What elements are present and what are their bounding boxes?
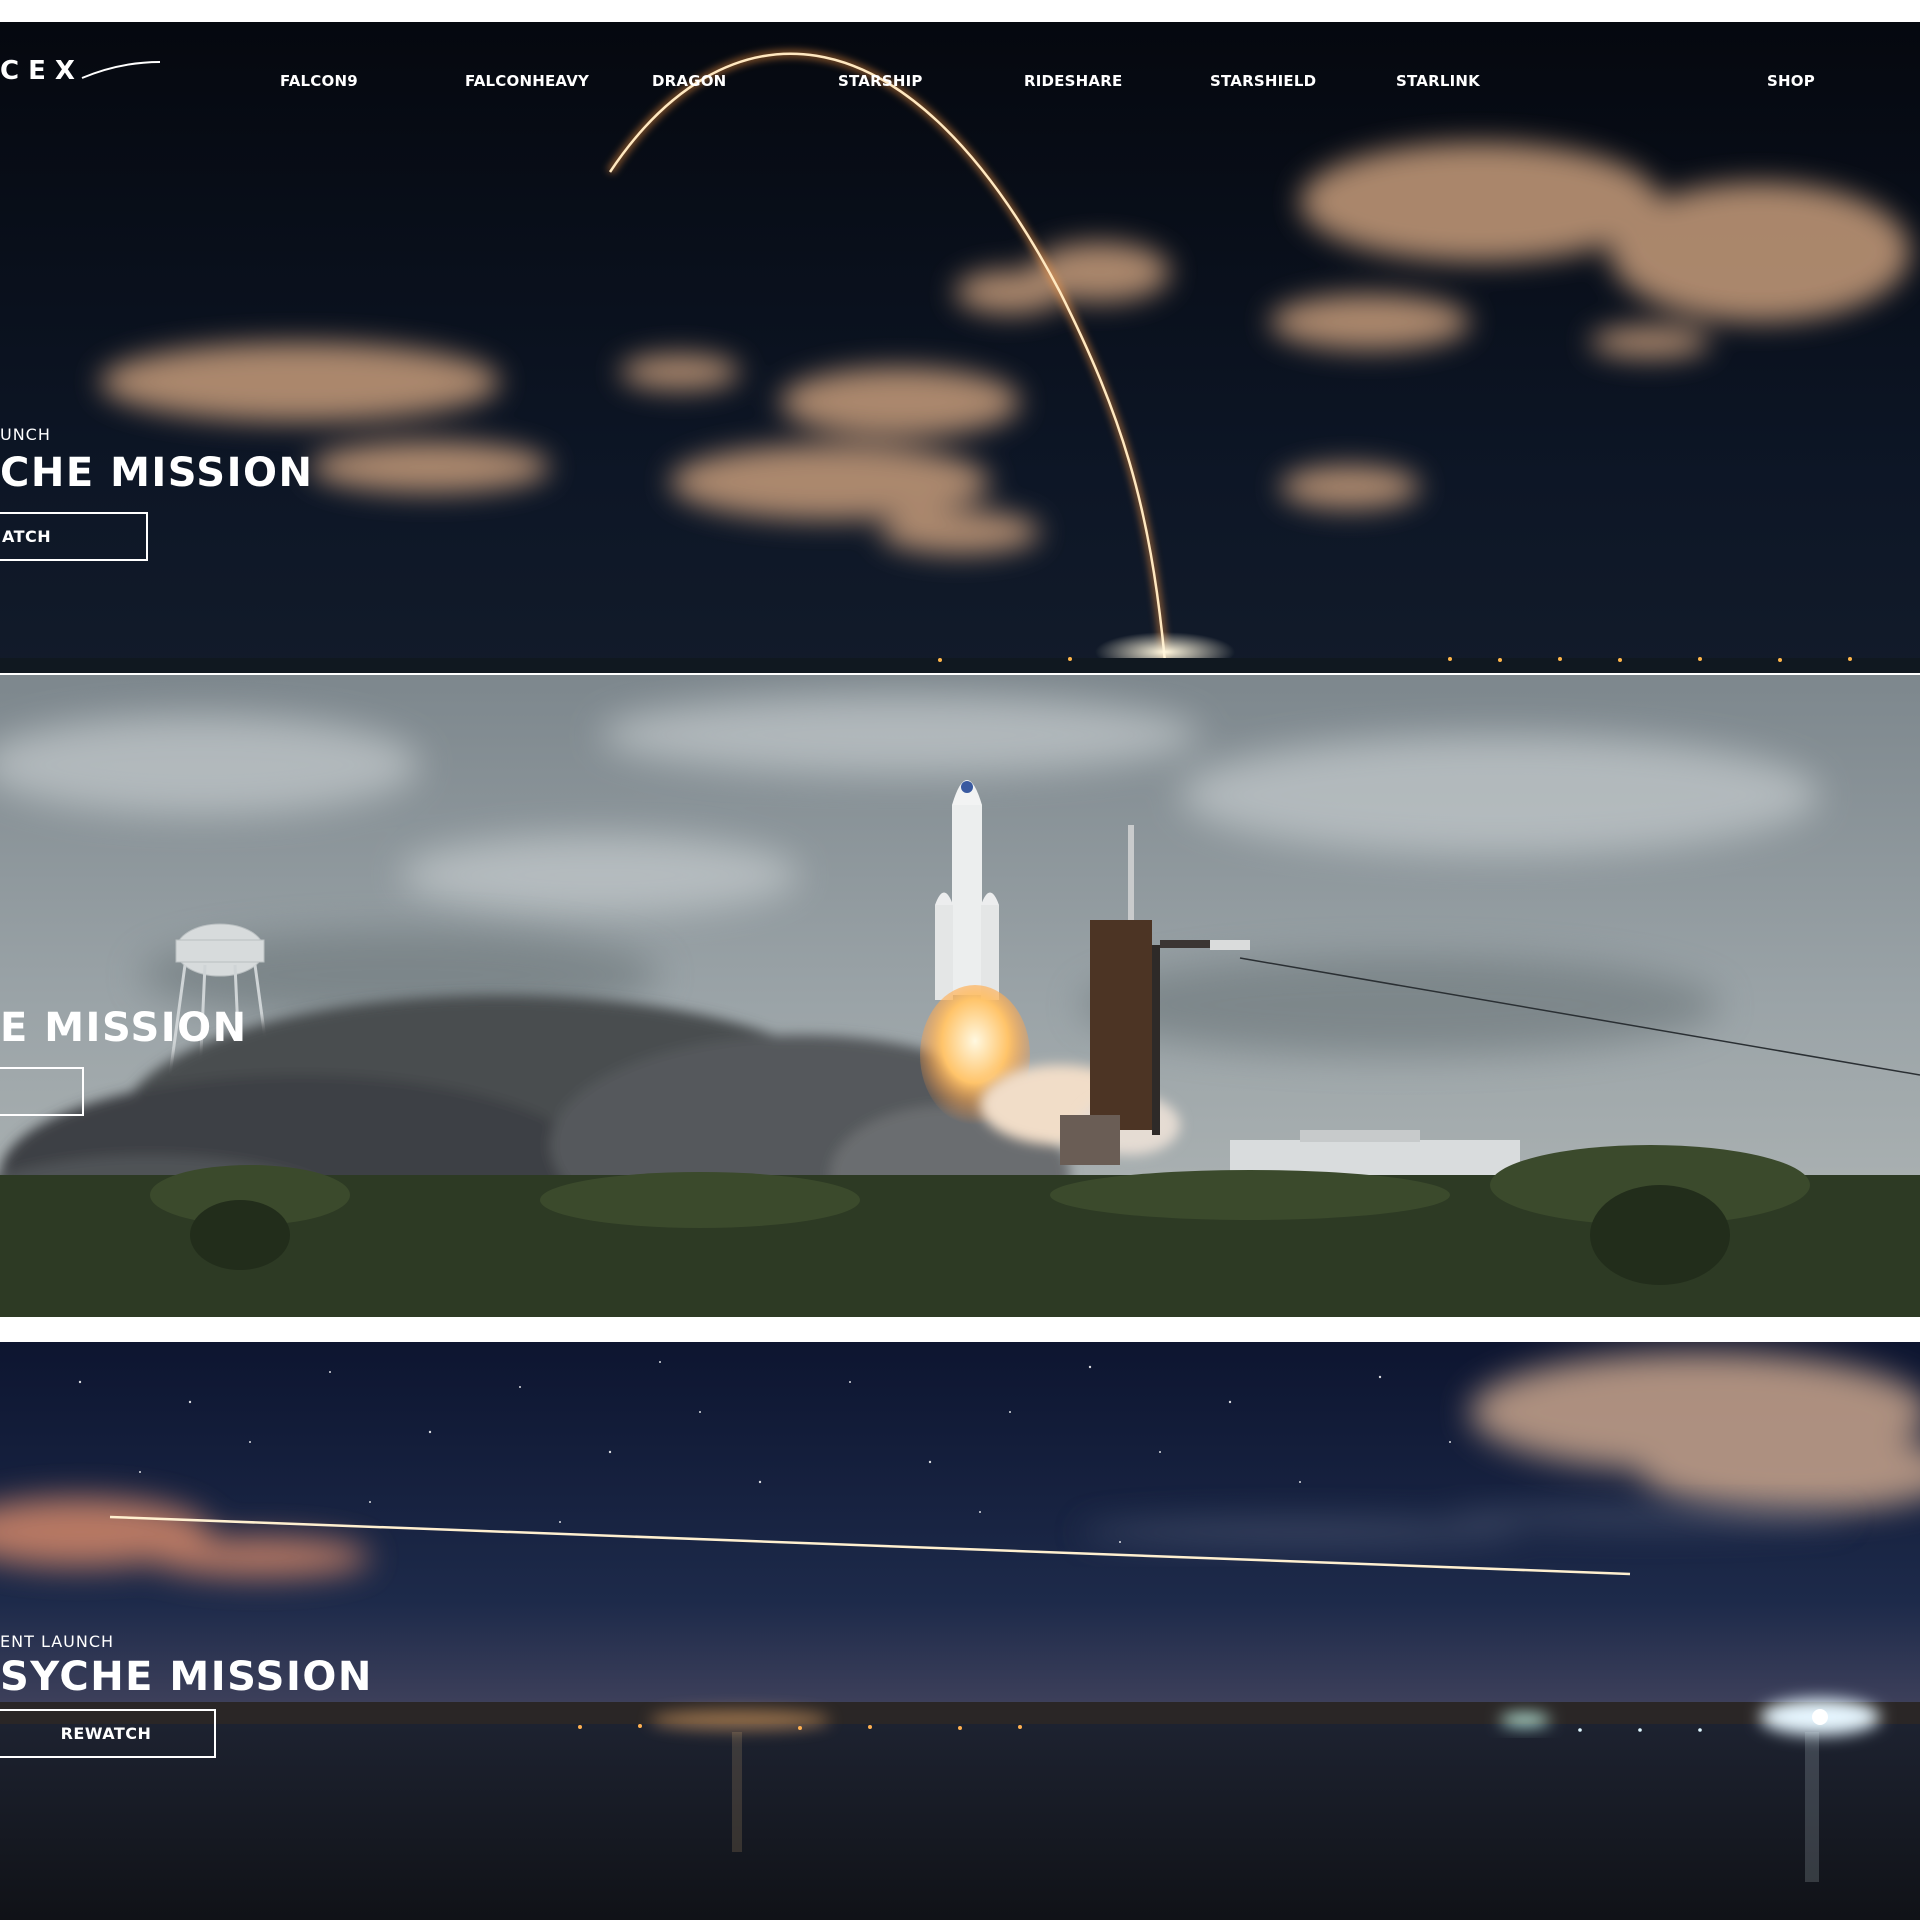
nav-item-falcon9[interactable]: FALCON9 <box>280 72 358 90</box>
nav-item-dragon[interactable]: DRAGON <box>652 72 726 90</box>
slide-1-eyebrow: UNCH <box>0 425 51 444</box>
nav-item-starlink[interactable]: STARLINK <box>1396 72 1480 90</box>
slide-3-title: SYCHE MISSION <box>0 1654 373 1700</box>
falcon-heavy-launch-photo <box>0 675 1920 1317</box>
hero-slide-1: CEX FALCON9 FALCONHEAVY DRAGON STARSHIP … <box>0 22 1920 673</box>
nav-item-shop[interactable]: SHOP <box>1767 72 1815 90</box>
slide-1-title: CHE MISSION <box>0 450 314 496</box>
slide-2-title: E MISSION <box>0 1005 248 1051</box>
night-streak-photo <box>0 1342 1920 1920</box>
nav-item-starship[interactable]: STARSHIP <box>838 72 923 90</box>
slide-3-eyebrow: ENT LAUNCH <box>0 1632 115 1651</box>
spacex-logo[interactable]: CEX <box>0 56 84 86</box>
slide-1-watch-button[interactable]: ATCH <box>0 512 148 561</box>
nav-item-starshield[interactable]: STARSHIELD <box>1210 72 1316 90</box>
slide-2-watch-button[interactable] <box>0 1067 84 1116</box>
nav-item-falconheavy[interactable]: FALCONHEAVY <box>465 72 589 90</box>
nav-item-rideshare[interactable]: RIDESHARE <box>1024 72 1122 90</box>
night-launch-photo <box>0 22 1920 673</box>
hero-slide-2: E MISSION <box>0 675 1920 1317</box>
slide-3-rewatch-button[interactable]: REWATCH <box>0 1709 216 1758</box>
main-navigation: CEX FALCON9 FALCONHEAVY DRAGON STARSHIP … <box>0 22 1920 92</box>
hero-slide-3: ENT LAUNCH SYCHE MISSION REWATCH <box>0 1342 1920 1920</box>
logo-swoosh-icon <box>81 61 161 79</box>
